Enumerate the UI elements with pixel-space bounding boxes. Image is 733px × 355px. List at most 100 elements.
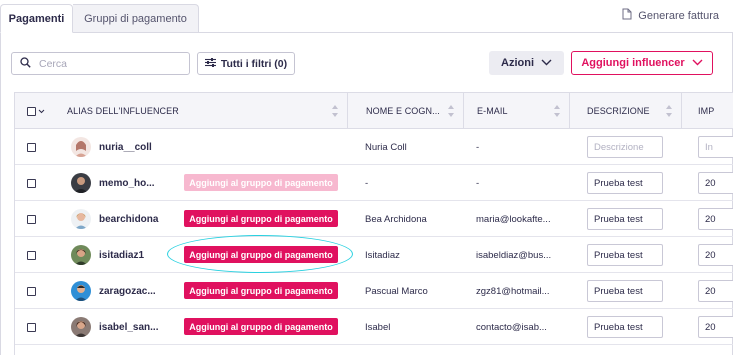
table-row: isabel_san... Aggiungi al gruppo di paga… [15, 309, 733, 345]
row-checkbox[interactable] [27, 142, 36, 152]
all-filters-button[interactable]: Tutti i filtri (0) [197, 52, 295, 75]
avatar [71, 209, 91, 229]
select-all-control[interactable] [27, 93, 51, 129]
description-input[interactable]: Prueba test [587, 208, 663, 230]
avatar [71, 245, 91, 265]
column-header-label: E-MAIL [477, 106, 508, 116]
add-to-payment-group-button[interactable]: Aggiungi al gruppo di pagamento [184, 318, 338, 335]
actions-label: Azioni [501, 57, 534, 69]
email-cell: contacto@isab... [476, 321, 547, 333]
generate-invoice-link[interactable]: Generare fattura [622, 8, 719, 23]
alias-text[interactable]: nuria__coll [99, 142, 152, 153]
all-filters-label: Tutti i filtri (0) [220, 57, 288, 70]
add-to-payment-group-button[interactable]: Aggiungi al gruppo di pagamento [184, 246, 338, 263]
avatar [71, 317, 91, 337]
sort-icon[interactable] [666, 105, 673, 117]
amount-input[interactable]: 20 [698, 172, 733, 194]
description-input[interactable]: Descrizione [587, 136, 663, 158]
alias-cell: bearchidona [71, 201, 158, 237]
alias-cell: isitadiaz1 [71, 237, 144, 273]
add-to-payment-group-button[interactable]: Aggiungi al gruppo di pagamento [184, 282, 338, 299]
search-icon [20, 56, 31, 71]
row-checkbox[interactable] [27, 250, 36, 260]
tab-bar: Pagamenti Gruppi di pagamento Generare f… [0, 0, 733, 33]
alias-cell: isabel_san... [71, 309, 158, 345]
tab-gruppi-di-pagamento[interactable]: Gruppi di pagamento [73, 4, 199, 33]
email-cell: zgz81@hotmail... [476, 285, 550, 297]
sort-icon[interactable] [554, 105, 561, 117]
row-checkbox-cell [27, 237, 36, 273]
row-checkbox[interactable] [27, 286, 36, 296]
email-cell: - [476, 141, 480, 153]
avatar [71, 137, 91, 157]
row-checkbox[interactable] [27, 322, 36, 332]
column-header-email[interactable]: E-MAIL [463, 93, 569, 129]
add-to-payment-group-button[interactable]: Aggiungi al gruppo di pagamento [184, 174, 338, 191]
search-placeholder: Cerca [39, 57, 68, 70]
search-field[interactable]: Cerca [11, 52, 190, 75]
column-header-description[interactable]: DESCRIZIONE [569, 93, 681, 129]
column-header-label: ALIAS DELL'INFLUENCER [67, 106, 179, 116]
document-icon [622, 8, 632, 23]
table-row: zaragozac... Aggiungi al gruppo di pagam… [15, 273, 733, 309]
email-cell: isabeldiaz@bus... [476, 249, 552, 261]
name-cell: Isabel [365, 321, 391, 333]
alias-text[interactable]: bearchidona [99, 214, 158, 225]
sliders-icon [204, 57, 216, 70]
chevron-down-icon[interactable] [38, 109, 45, 114]
table-row: isitadiaz1 Aggiungi al gruppo di pagamen… [15, 237, 733, 273]
alias-text[interactable]: zaragozac... [99, 286, 156, 297]
amount-input[interactable]: 20 [698, 316, 733, 338]
alias-cell: nuria__coll [71, 129, 152, 165]
column-header-name[interactable]: NOME E COGN... [347, 93, 463, 129]
table-row: nuria__coll Nuria Coll - Descrizione In [15, 129, 733, 165]
avatar [71, 173, 91, 193]
alias-cell: zaragozac... [71, 273, 156, 309]
column-header-label: DESCRIZIONE [587, 106, 650, 116]
sort-icon[interactable] [332, 105, 339, 117]
column-header-amount[interactable]: IMP [681, 93, 733, 129]
description-input[interactable]: Prueba test [587, 244, 663, 266]
row-checkbox-cell [27, 309, 36, 345]
description-input[interactable]: Prueba test [587, 172, 663, 194]
table-header: ALIAS DELL'INFLUENCER NOME E COGN... E-M… [15, 93, 733, 129]
add-to-payment-group-button[interactable]: Aggiungi al gruppo di pagamento [184, 210, 338, 227]
generate-invoice-label: Generare fattura [638, 9, 719, 22]
name-cell: Nuria Coll [365, 141, 407, 153]
sort-icon[interactable] [448, 105, 455, 117]
amount-input[interactable]: 20 [698, 280, 733, 302]
amount-input[interactable]: In [698, 136, 733, 158]
alias-text[interactable]: isitadiaz1 [99, 250, 144, 261]
tab-pagamenti[interactable]: Pagamenti [0, 4, 73, 33]
row-checkbox-cell [27, 273, 36, 309]
alias-text[interactable]: isabel_san... [99, 322, 158, 333]
email-cell: maria@lookafte... [476, 213, 551, 225]
amount-input[interactable]: 20 [698, 208, 733, 230]
name-cell: - [365, 177, 369, 189]
row-checkbox-cell [27, 129, 36, 165]
select-all-checkbox[interactable] [27, 106, 36, 116]
add-influencer-label: Aggiungi influencer [581, 57, 685, 69]
chevron-down-icon [692, 57, 703, 69]
column-header-alias[interactable]: ALIAS DELL'INFLUENCER [67, 93, 347, 129]
row-checkbox[interactable] [27, 178, 36, 188]
alias-text[interactable]: memo_ho... [99, 178, 155, 189]
amount-input[interactable]: 20 [698, 244, 733, 266]
add-influencer-button[interactable]: Aggiungi influencer [571, 51, 713, 75]
description-input[interactable]: Prueba test [587, 316, 663, 338]
avatar [71, 281, 91, 301]
email-cell: - [476, 177, 480, 189]
row-checkbox-cell [27, 201, 36, 237]
row-checkbox[interactable] [27, 214, 36, 224]
payments-table: ALIAS DELL'INFLUENCER NOME E COGN... E-M… [14, 92, 733, 355]
description-input[interactable]: Prueba test [587, 280, 663, 302]
chevron-down-icon [541, 57, 552, 69]
column-header-label: NOME E COGN... [366, 106, 440, 116]
name-cell: Isitadiaz [365, 249, 400, 261]
actions-dropdown[interactable]: Azioni [489, 51, 564, 75]
column-header-label: IMP [698, 106, 715, 116]
table-row: bearchidona Aggiungi al gruppo di pagame… [15, 201, 733, 237]
name-cell: Bea Archidona [365, 213, 427, 225]
row-checkbox-cell [27, 165, 36, 201]
alias-cell: memo_ho... [71, 165, 155, 201]
